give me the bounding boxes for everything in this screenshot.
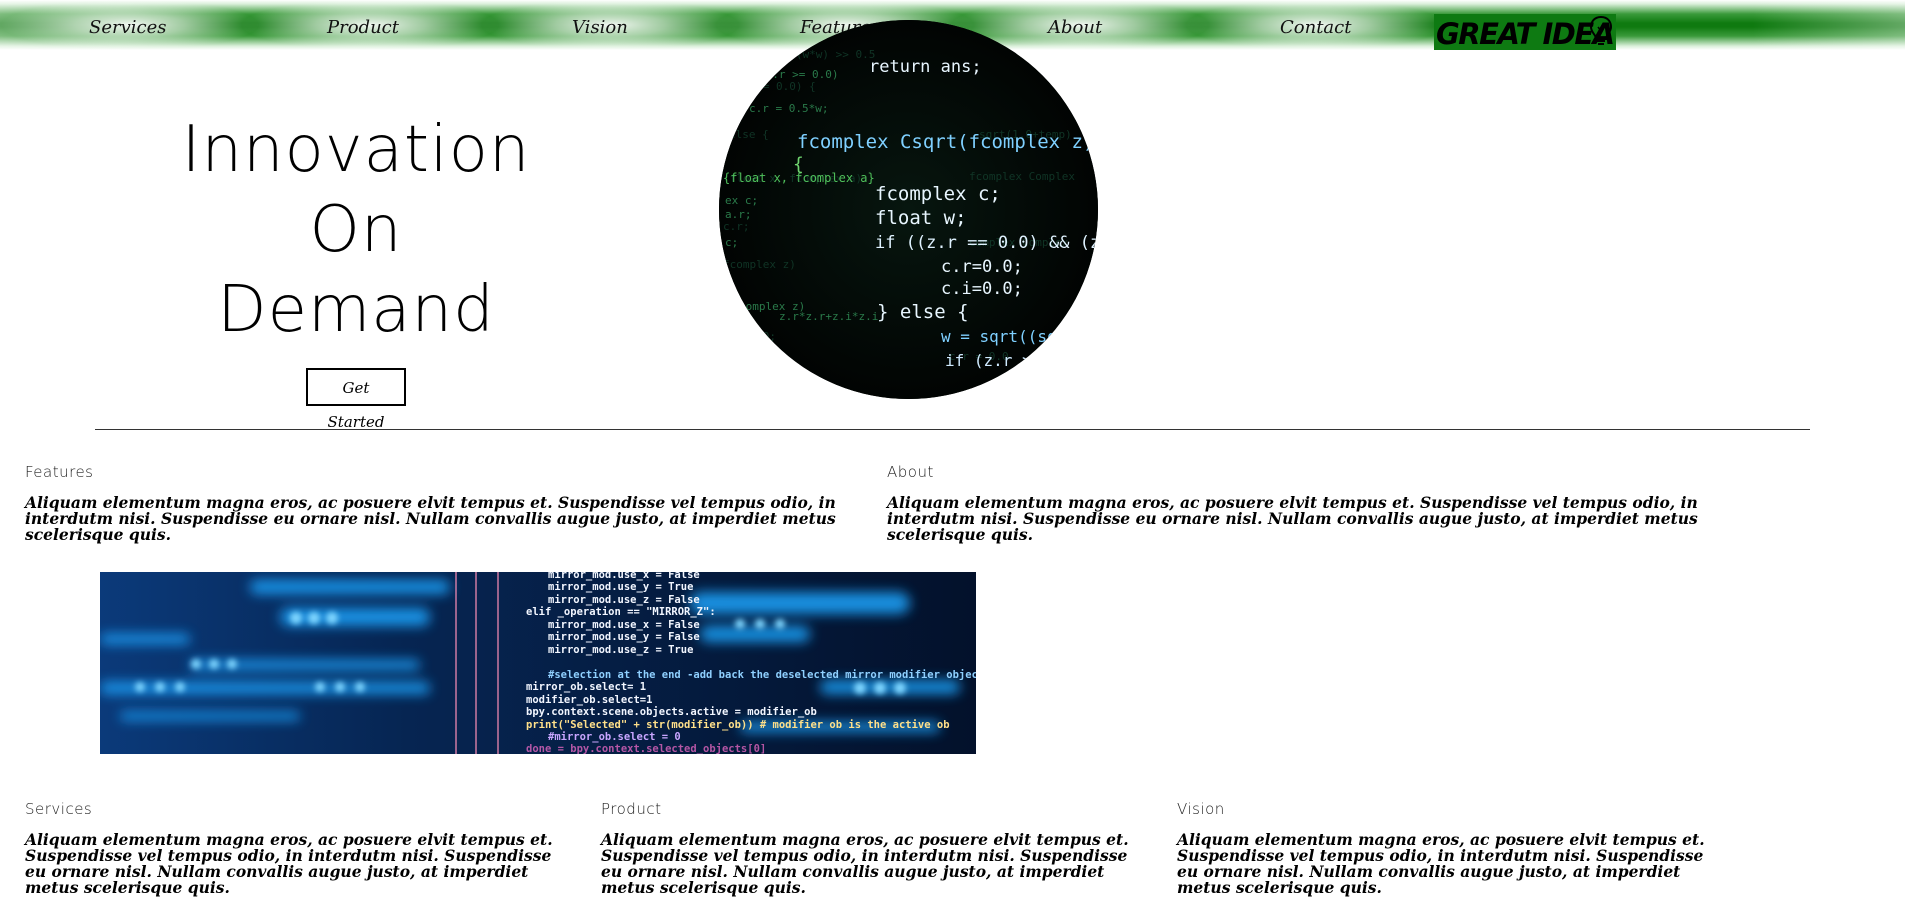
lightbulb-icon bbox=[1589, 15, 1613, 45]
code-line: mirror_mod.use_x = False bbox=[548, 572, 700, 581]
code-line: done = bpy.context.selected_objects[0] bbox=[526, 743, 766, 754]
svg-text:c.r=0.0;: c.r=0.0; bbox=[723, 330, 776, 343]
nav-link-vision[interactable]: Vision bbox=[572, 17, 628, 38]
logo-text: GREAT IDEA bbox=[1436, 17, 1615, 50]
section-divider bbox=[95, 429, 1810, 430]
svg-text:c.r;: c.r; bbox=[723, 220, 750, 233]
svg-text:a.r;: a.r; bbox=[725, 208, 752, 221]
code-line: bpy.context.scene.objects.active = modif… bbox=[526, 706, 817, 718]
svg-text:fcomplex z): fcomplex z) bbox=[723, 258, 796, 271]
code-banner-graphic: mirror_mod.use_x = False mirror_mod.use_… bbox=[100, 572, 976, 754]
features-heading: Features bbox=[25, 463, 94, 481]
svg-text:(z.r >= 0.0) {: (z.r >= 0.0) { bbox=[723, 80, 816, 93]
nav-link-services[interactable]: Services bbox=[89, 17, 166, 38]
svg-text:z.r*z.r+z.i*z.i: z.r*z.r+z.i*z.i bbox=[779, 310, 878, 323]
vision-text: Aliquam elementum magna eros, ac posuere… bbox=[1177, 830, 1705, 897]
code-line: mirror_mod.use_y = True bbox=[548, 581, 693, 593]
services-text: Aliquam elementum magna eros, ac posuere… bbox=[25, 830, 553, 897]
features-text: Aliquam elementum magna eros, ac posuere… bbox=[25, 493, 836, 544]
code-line: mirror_mod.use_z = False bbox=[548, 594, 700, 606]
svg-text:(z.r >= 0.0): (z.r >= 0.0) bbox=[759, 68, 838, 81]
code-line: #mirror_ob.select = 0 bbox=[548, 731, 681, 743]
hero-title: Innovation On Demand bbox=[160, 110, 552, 350]
nav-link-product[interactable]: Product bbox=[327, 17, 399, 38]
code-line: if (z.r >= 0.0){ bbox=[945, 351, 1098, 370]
hero-title-line: On bbox=[309, 193, 403, 267]
code-line: mirror_ob.select= 1 bbox=[526, 681, 646, 693]
code-line: } else { bbox=[877, 301, 969, 323]
product-text: Aliquam elementum magna eros, ac posuere… bbox=[601, 830, 1129, 897]
code-screen-graphic: c.r = (sqrt(w*w) >> 0.5 (z.r >= 0.0) { e… bbox=[719, 20, 1098, 399]
nav-link-contact[interactable]: Contact bbox=[1280, 17, 1351, 38]
code-line: { bbox=[793, 154, 804, 175]
code-line: float w; bbox=[875, 207, 967, 229]
code-line: w = sqrt((sqrt(z.r bbox=[941, 327, 1098, 346]
svg-text:else {: else { bbox=[729, 128, 769, 141]
about-text: Aliquam elementum magna eros, ac posuere… bbox=[887, 493, 1698, 544]
code-line: elif _operation == "MIRROR_Z": bbox=[526, 606, 716, 618]
nav-link-about[interactable]: About bbox=[1048, 17, 1102, 38]
svg-text:ex c;: ex c; bbox=[725, 194, 758, 207]
vision-heading: Vision bbox=[1177, 800, 1225, 818]
services-heading: Services bbox=[25, 800, 93, 818]
get-started-button[interactable]: Get Started bbox=[306, 368, 406, 431]
code-line: fcomplex Csqrt(fcomplex z) bbox=[797, 131, 1094, 153]
code-circle-image: c.r = (sqrt(w*w) >> 0.5 (z.r >= 0.0) { e… bbox=[719, 20, 1098, 399]
code-line: fcomplex c; bbox=[875, 183, 1001, 205]
hero-title-line: Demand bbox=[217, 273, 495, 347]
code-line: mirror_mod.use_x = False bbox=[548, 619, 700, 631]
code-line: mirror_mod.use_y = False bbox=[548, 631, 700, 643]
hero-title-line: Innovation bbox=[181, 113, 531, 187]
code-line: return ans; bbox=[869, 57, 982, 77]
brand-logo[interactable]: GREAT IDEA bbox=[1434, 14, 1616, 50]
code-line: print("Selected" + str(modifier_ob)) # m… bbox=[526, 719, 950, 731]
code-line: mirror_mod.use_z = True bbox=[548, 644, 693, 656]
product-heading: Product bbox=[601, 800, 662, 818]
code-line: c.r=0.0; bbox=[941, 257, 1023, 277]
code-line: c.i=0.0; bbox=[941, 279, 1023, 299]
about-heading: About bbox=[887, 463, 934, 481]
svg-text:c.r = 0.5*w;: c.r = 0.5*w; bbox=[749, 102, 828, 115]
code-banner-image: mirror_mod.use_x = False mirror_mod.use_… bbox=[100, 572, 976, 754]
svg-text:fcomplex Complex: fcomplex Complex bbox=[969, 170, 1075, 183]
code-line: modifier_ob.select=1 bbox=[526, 694, 652, 706]
svg-text:c;: c; bbox=[725, 236, 738, 249]
code-comment-line: #selection at the end -add back the dese… bbox=[548, 669, 976, 681]
code-line: if ((z.r == 0.0) && (z.i == 0.0) { bbox=[875, 233, 1098, 253]
